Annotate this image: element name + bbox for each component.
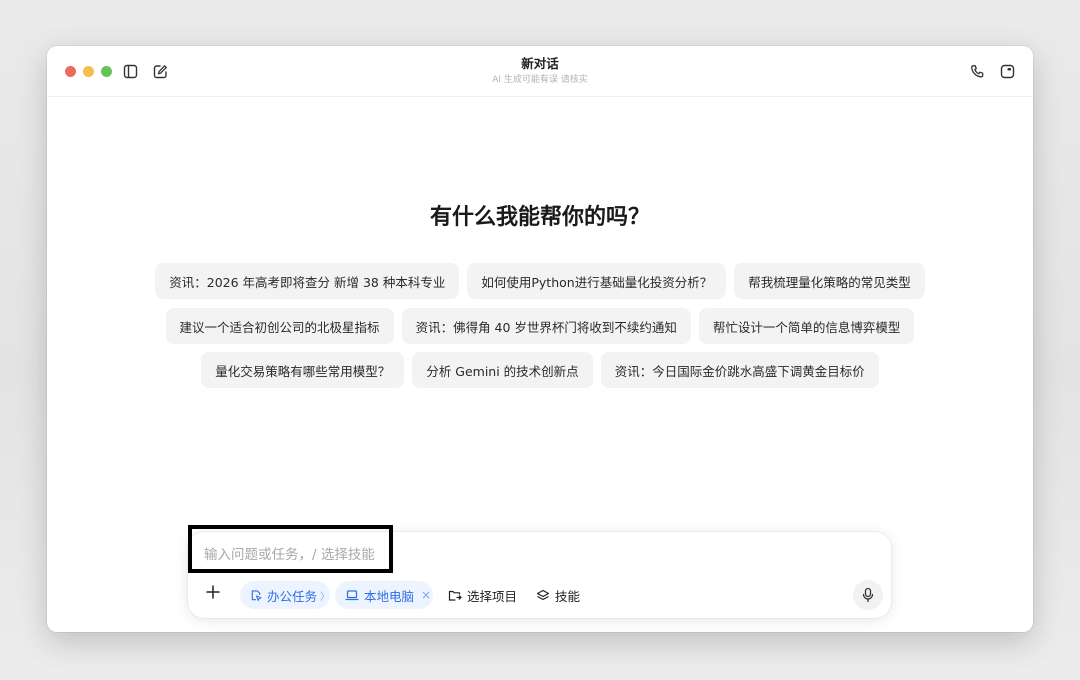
skills-button[interactable]: 技能 xyxy=(536,585,580,605)
suggestion-chip[interactable]: 资讯：佛得角 40 岁世界杯门将收到不续约通知 xyxy=(401,308,691,344)
add-attachment-icon[interactable] xyxy=(204,583,222,601)
folder-arrow-icon xyxy=(448,590,462,601)
title-bar: 新对话 AI 生成可能有误 请核实 xyxy=(47,46,1033,97)
suggestion-chip[interactable]: 如何使用Python进行基础量化投资分析？ xyxy=(467,263,727,299)
suggestion-chip[interactable]: 分析 Gemini 的技术创新点 xyxy=(412,352,593,388)
suggestion-chip[interactable]: 帮我梳理量化策略的常见类型 xyxy=(734,263,925,299)
office-task-icon xyxy=(251,589,262,601)
skills-label: 技能 xyxy=(555,588,581,604)
suggestion-chip[interactable]: 量化交易策略有哪些常用模型？ xyxy=(201,352,405,388)
local-pc-label: 本地电脑 xyxy=(364,588,415,604)
laptop-icon xyxy=(345,589,359,600)
suggestion-chip[interactable]: 资讯：2026 年高考即将查分 新增 38 种本科专业 xyxy=(155,263,460,299)
phone-icon[interactable] xyxy=(968,62,986,80)
microphone-button[interactable] xyxy=(853,580,883,610)
suggestion-row-2: 建议一个适合初创公司的北极星指标 资讯：佛得角 40 岁世界杯门将收到不续约通知… xyxy=(47,308,1033,344)
suggestion-row-3: 量化交易策略有哪些常用模型？ 分析 Gemini 的技术创新点 资讯：今日国际金… xyxy=(47,352,1033,388)
suggestion-chip[interactable]: 建议一个适合初创公司的北极星指标 xyxy=(165,308,394,344)
select-project-button[interactable]: 选择项目 xyxy=(448,585,517,605)
suggestion-chip[interactable]: 帮忙设计一个简单的信息博弈模型 xyxy=(698,308,915,344)
microphone-icon xyxy=(862,587,874,603)
window-subtitle: AI 生成可能有误 请核实 xyxy=(492,75,588,85)
window-title: 新对话 xyxy=(521,56,559,71)
chevron-right-icon: 〉 xyxy=(320,591,330,603)
local-pc-pill[interactable]: 本地电脑 × xyxy=(335,581,433,609)
welcome-heading: 有什么我能帮你的吗？ xyxy=(429,205,650,230)
office-task-label: 办公任务 xyxy=(266,588,317,604)
window-panel-icon[interactable] xyxy=(998,62,1016,80)
office-task-pill[interactable]: 办公任务 〉 xyxy=(240,581,330,609)
highlight-box xyxy=(188,525,393,573)
select-project-label: 选择项目 xyxy=(467,588,518,604)
title-block: 新对话 AI 生成可能有误 请核实 xyxy=(47,56,1033,87)
suggestion-chip[interactable]: 资讯：今日国际金价跳水高盛下调黄金目标价 xyxy=(600,352,879,388)
layers-icon xyxy=(536,589,550,600)
close-icon[interactable]: × xyxy=(421,588,431,602)
suggestion-row-1: 资讯：2026 年高考即将查分 新增 38 种本科专业 如何使用Python进行… xyxy=(47,263,1033,299)
